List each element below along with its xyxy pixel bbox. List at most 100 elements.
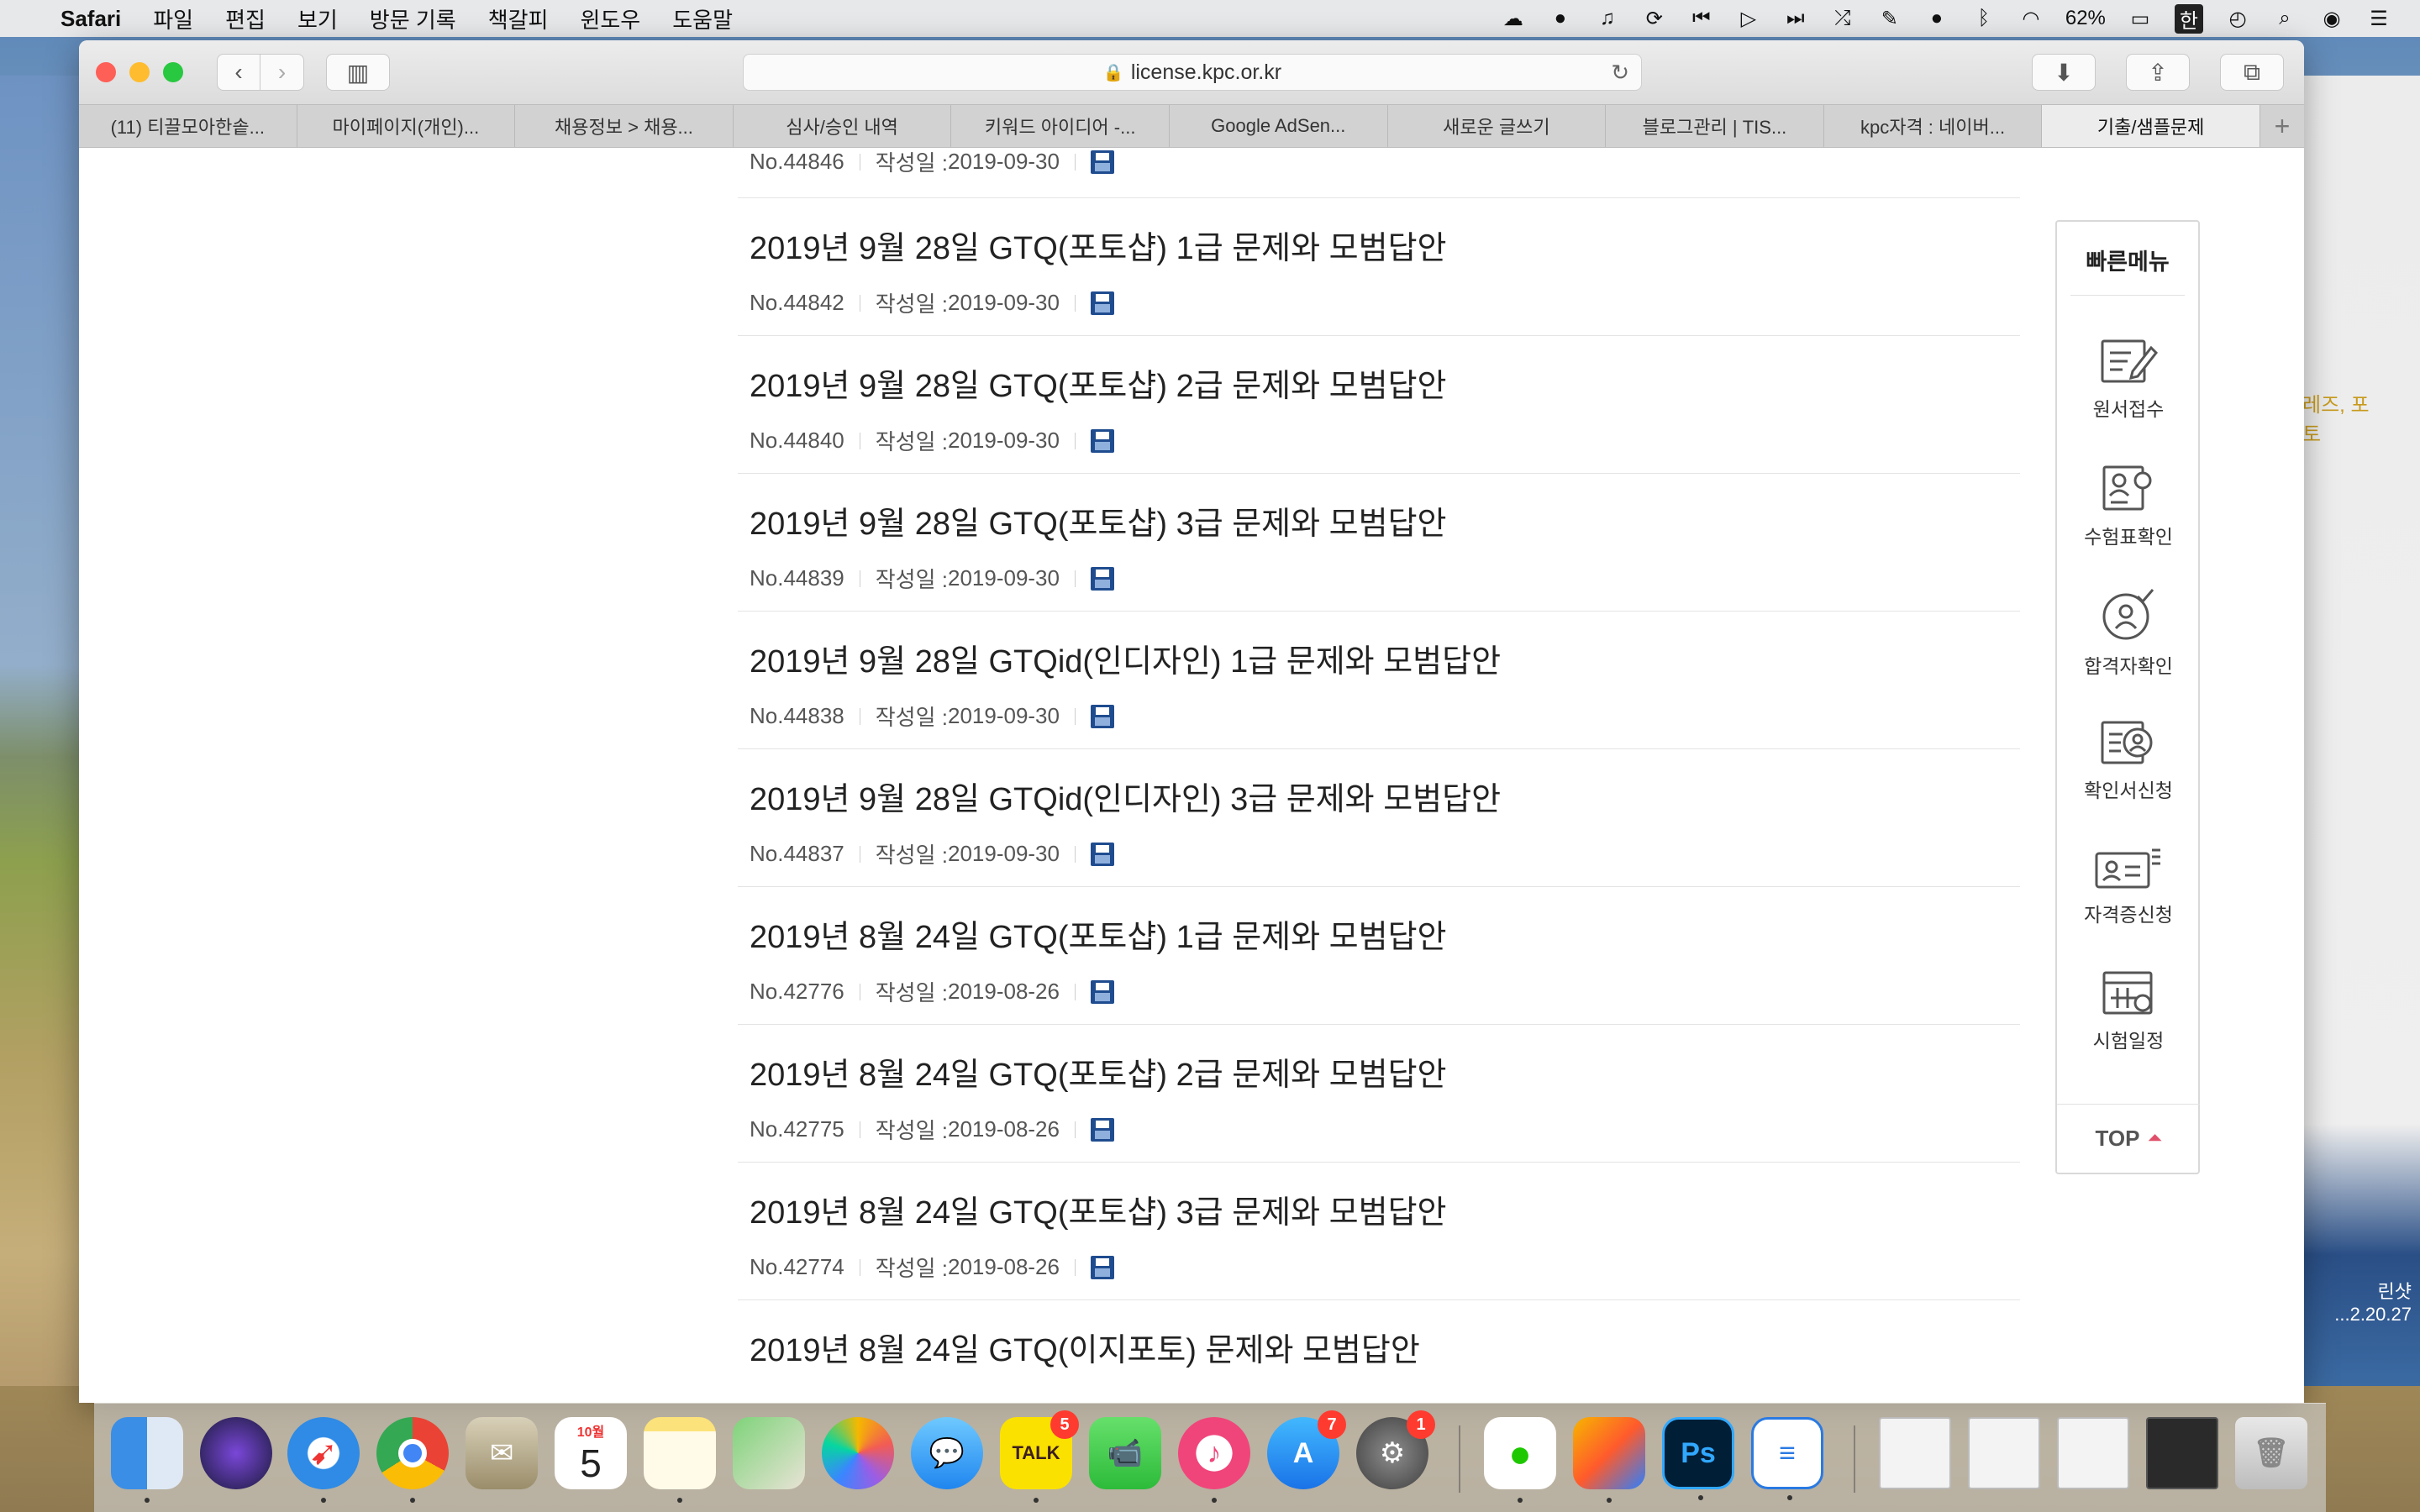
tab-new-post[interactable]: 새로운 글쓰기 <box>1388 105 1607 147</box>
reload-icon[interactable]: ↻ <box>1611 60 1629 86</box>
downloads-button[interactable]: ⬇ <box>2032 54 2096 91</box>
input-method-indicator[interactable]: 한 <box>2174 3 2203 34</box>
desktop-file-label[interactable]: 린샷 ...2.20.27 <box>2334 1277 2412 1326</box>
list-item[interactable]: 2019년 8월 24일 GTQ(이지포토) 문제와 모범답안 <box>738 1300 2020 1384</box>
post-title[interactable]: 2019년 9월 28일 GTQid(인디자인) 3급 문제와 모범답안 <box>750 773 1501 819</box>
calendar-app-icon[interactable]: 10월 5 <box>555 1417 627 1489</box>
evernote-icon[interactable]: ✎ <box>1877 6 1902 31</box>
tab-keyword[interactable]: 키워드 아이디어 -... <box>951 105 1170 147</box>
minimized-window-thumbnail[interactable] <box>1968 1417 2040 1489</box>
finder-icon[interactable] <box>111 1417 183 1503</box>
facetime-icon[interactable]: 📹 <box>1089 1417 1161 1489</box>
list-item[interactable]: 2019년 9월 28일 GTQ(포토샵) 2급 문제와 모범답안 No.448… <box>738 336 2020 474</box>
list-item[interactable]: 2019년 8월 24일 GTQ(포토샵) 3급 문제와 모범답안 No.427… <box>738 1163 2020 1300</box>
quick-menu-pass-check[interactable]: 합격자확인 <box>2057 588 2200 679</box>
quick-menu-certificate-request[interactable]: 확인서신청 <box>2057 719 2200 803</box>
address-bar[interactable]: 🔒 license.kpc.or.kr ↻ <box>743 54 1642 91</box>
tab-sample-questions[interactable]: 기출/샘플문제 <box>2042 105 2260 147</box>
menu-edit[interactable]: 편집 <box>225 3 266 34</box>
fullscreen-window-button[interactable] <box>163 62 183 82</box>
spotlight-search-icon[interactable]: ⌕ <box>2272 6 2297 31</box>
tab-adsense[interactable]: Google AdSen... <box>1170 105 1388 147</box>
wifi-icon[interactable]: ◠ <box>2018 6 2044 31</box>
file-download-icon[interactable] <box>1090 704 1114 728</box>
list-item[interactable]: No.44846 작성일 : 2019-09-30 <box>738 148 2020 198</box>
tab-tikkeul[interactable]: (11) 티끌모아한솥... <box>79 105 297 147</box>
menu-view[interactable]: 보기 <box>297 3 338 34</box>
maps-icon[interactable] <box>733 1417 805 1489</box>
scroll-top-button[interactable]: TOP ⏶ <box>2057 1104 2200 1173</box>
menu-window[interactable]: 윈도우 <box>580 3 640 34</box>
post-title[interactable]: 2019년 9월 28일 GTQ(포토샵) 3급 문제와 모범답안 <box>750 497 1447 543</box>
menu-file[interactable]: 파일 <box>153 3 193 34</box>
quick-menu-application[interactable]: 원서접수 <box>2057 338 2200 422</box>
file-download-icon[interactable] <box>1090 1255 1114 1279</box>
file-download-icon[interactable] <box>1090 291 1114 315</box>
list-item[interactable]: 2019년 8월 24일 GTQ(포토샵) 2급 문제와 모범답안 No.427… <box>738 1025 2020 1163</box>
safari-icon[interactable]: ➹ <box>287 1417 360 1503</box>
system-preferences-icon[interactable]: ⚙ 1 <box>1356 1410 1435 1489</box>
tab-kpc-naver[interactable]: kpc자격 : 네이버... <box>1824 105 2043 147</box>
notification-app-icon[interactable]: ● <box>1924 6 1949 31</box>
new-tab-button[interactable]: + <box>2260 105 2304 147</box>
share-button[interactable]: ⇪ <box>2126 54 2190 91</box>
next-track-icon[interactable]: ⏭ <box>1783 6 1808 31</box>
quick-menu-license-card[interactable]: 자격증신청 <box>2057 847 2200 927</box>
file-download-icon[interactable] <box>1090 842 1114 866</box>
keynote-pages-icon[interactable] <box>1573 1417 1645 1503</box>
google-docs-icon[interactable]: ≡ <box>1751 1417 1823 1500</box>
time-machine-icon[interactable]: ◴ <box>2225 6 2250 31</box>
siri-icon[interactable] <box>200 1417 272 1489</box>
file-download-icon[interactable] <box>1090 1117 1114 1142</box>
mail-icon[interactable]: ✉ <box>466 1417 538 1489</box>
app-menu[interactable]: Safari <box>60 6 121 32</box>
sidebar-toggle-button[interactable]: ▥ <box>326 54 390 91</box>
battery-icon[interactable]: ▭ <box>2128 6 2153 31</box>
menu-help[interactable]: 도움말 <box>672 3 733 34</box>
tab-mypage[interactable]: 마이페이지(개인)... <box>297 105 516 147</box>
list-item[interactable]: 2019년 9월 28일 GTQ(포토샵) 3급 문제와 모범답안 No.448… <box>738 474 2020 612</box>
forward-button[interactable]: › <box>260 54 304 91</box>
post-title[interactable]: 2019년 9월 28일 GTQ(포토샵) 2급 문제와 모범답안 <box>750 360 1447 406</box>
shuffle-icon[interactable]: ⤮ <box>1830 6 1855 31</box>
melon-icon[interactable]: ● <box>1548 6 1573 31</box>
list-item[interactable]: 2019년 9월 28일 GTQid(인디자인) 3급 문제와 모범답안 No.… <box>738 749 2020 887</box>
music-note-icon[interactable]: ♫ <box>1595 6 1620 31</box>
quick-menu-exam-schedule[interactable]: 시험일정 <box>2057 969 2200 1053</box>
minimized-window-thumbnail[interactable] <box>2057 1417 2129 1489</box>
file-download-icon[interactable] <box>1090 979 1114 1004</box>
itunes-icon[interactable]: ♪ <box>1178 1417 1250 1503</box>
menu-history[interactable]: 방문 기록 <box>370 3 456 34</box>
repeat-icon[interactable]: ⟳ <box>1642 6 1667 31</box>
post-title[interactable]: 2019년 8월 24일 GTQ(포토샵) 2급 문제와 모범답안 <box>750 1048 1447 1095</box>
quick-menu-admission-ticket[interactable]: 수험표확인 <box>2057 464 2200 549</box>
battery-percentage[interactable]: 62% <box>2065 7 2106 30</box>
photoshop-icon[interactable]: Ps <box>1662 1417 1734 1500</box>
tab-recruit[interactable]: 채용정보 > 채용... <box>515 105 734 147</box>
post-title[interactable]: 2019년 8월 24일 GTQ(포토샵) 3급 문제와 모범답안 <box>750 1186 1447 1232</box>
list-item[interactable]: 2019년 9월 28일 GTQ(포토샵) 1급 문제와 모범답안 No.448… <box>738 198 2020 336</box>
tab-overview-button[interactable]: ⧉ <box>2220 54 2284 91</box>
file-download-icon[interactable] <box>1090 150 1114 174</box>
back-button[interactable]: ‹ <box>217 54 260 91</box>
previous-track-icon[interactable]: ⏮ <box>1689 6 1714 31</box>
chrome-icon[interactable] <box>376 1417 449 1503</box>
messages-icon[interactable]: 💬 <box>911 1417 983 1489</box>
file-download-icon[interactable] <box>1090 566 1114 591</box>
notes-icon[interactable] <box>644 1417 716 1503</box>
post-title[interactable]: 2019년 9월 28일 GTQid(인디자인) 1급 문제와 모범답안 <box>750 635 1501 681</box>
list-item[interactable]: 2019년 9월 28일 GTQid(인디자인) 1급 문제와 모범답안 No.… <box>738 612 2020 749</box>
trash-icon[interactable]: 🗑 <box>2235 1417 2307 1489</box>
photos-icon[interactable] <box>822 1417 894 1489</box>
file-download-icon[interactable] <box>1090 428 1114 453</box>
list-item[interactable]: 2019년 8월 24일 GTQ(포토샵) 1급 문제와 모범답안 No.427… <box>738 887 2020 1025</box>
minimized-window-thumbnail[interactable] <box>1879 1417 1951 1489</box>
naver-line-icon[interactable]: ● <box>1484 1417 1556 1503</box>
tab-review[interactable]: 심사/승인 내역 <box>734 105 952 147</box>
close-window-button[interactable] <box>96 62 116 82</box>
kakaotalk-icon[interactable]: TALK 5 <box>1000 1410 1079 1503</box>
siri-icon[interactable]: ◉ <box>2319 6 2344 31</box>
minimize-window-button[interactable] <box>129 62 150 82</box>
post-title[interactable]: 2019년 9월 28일 GTQ(포토샵) 1급 문제와 모범답안 <box>750 222 1447 268</box>
play-icon[interactable]: ▷ <box>1736 6 1761 31</box>
